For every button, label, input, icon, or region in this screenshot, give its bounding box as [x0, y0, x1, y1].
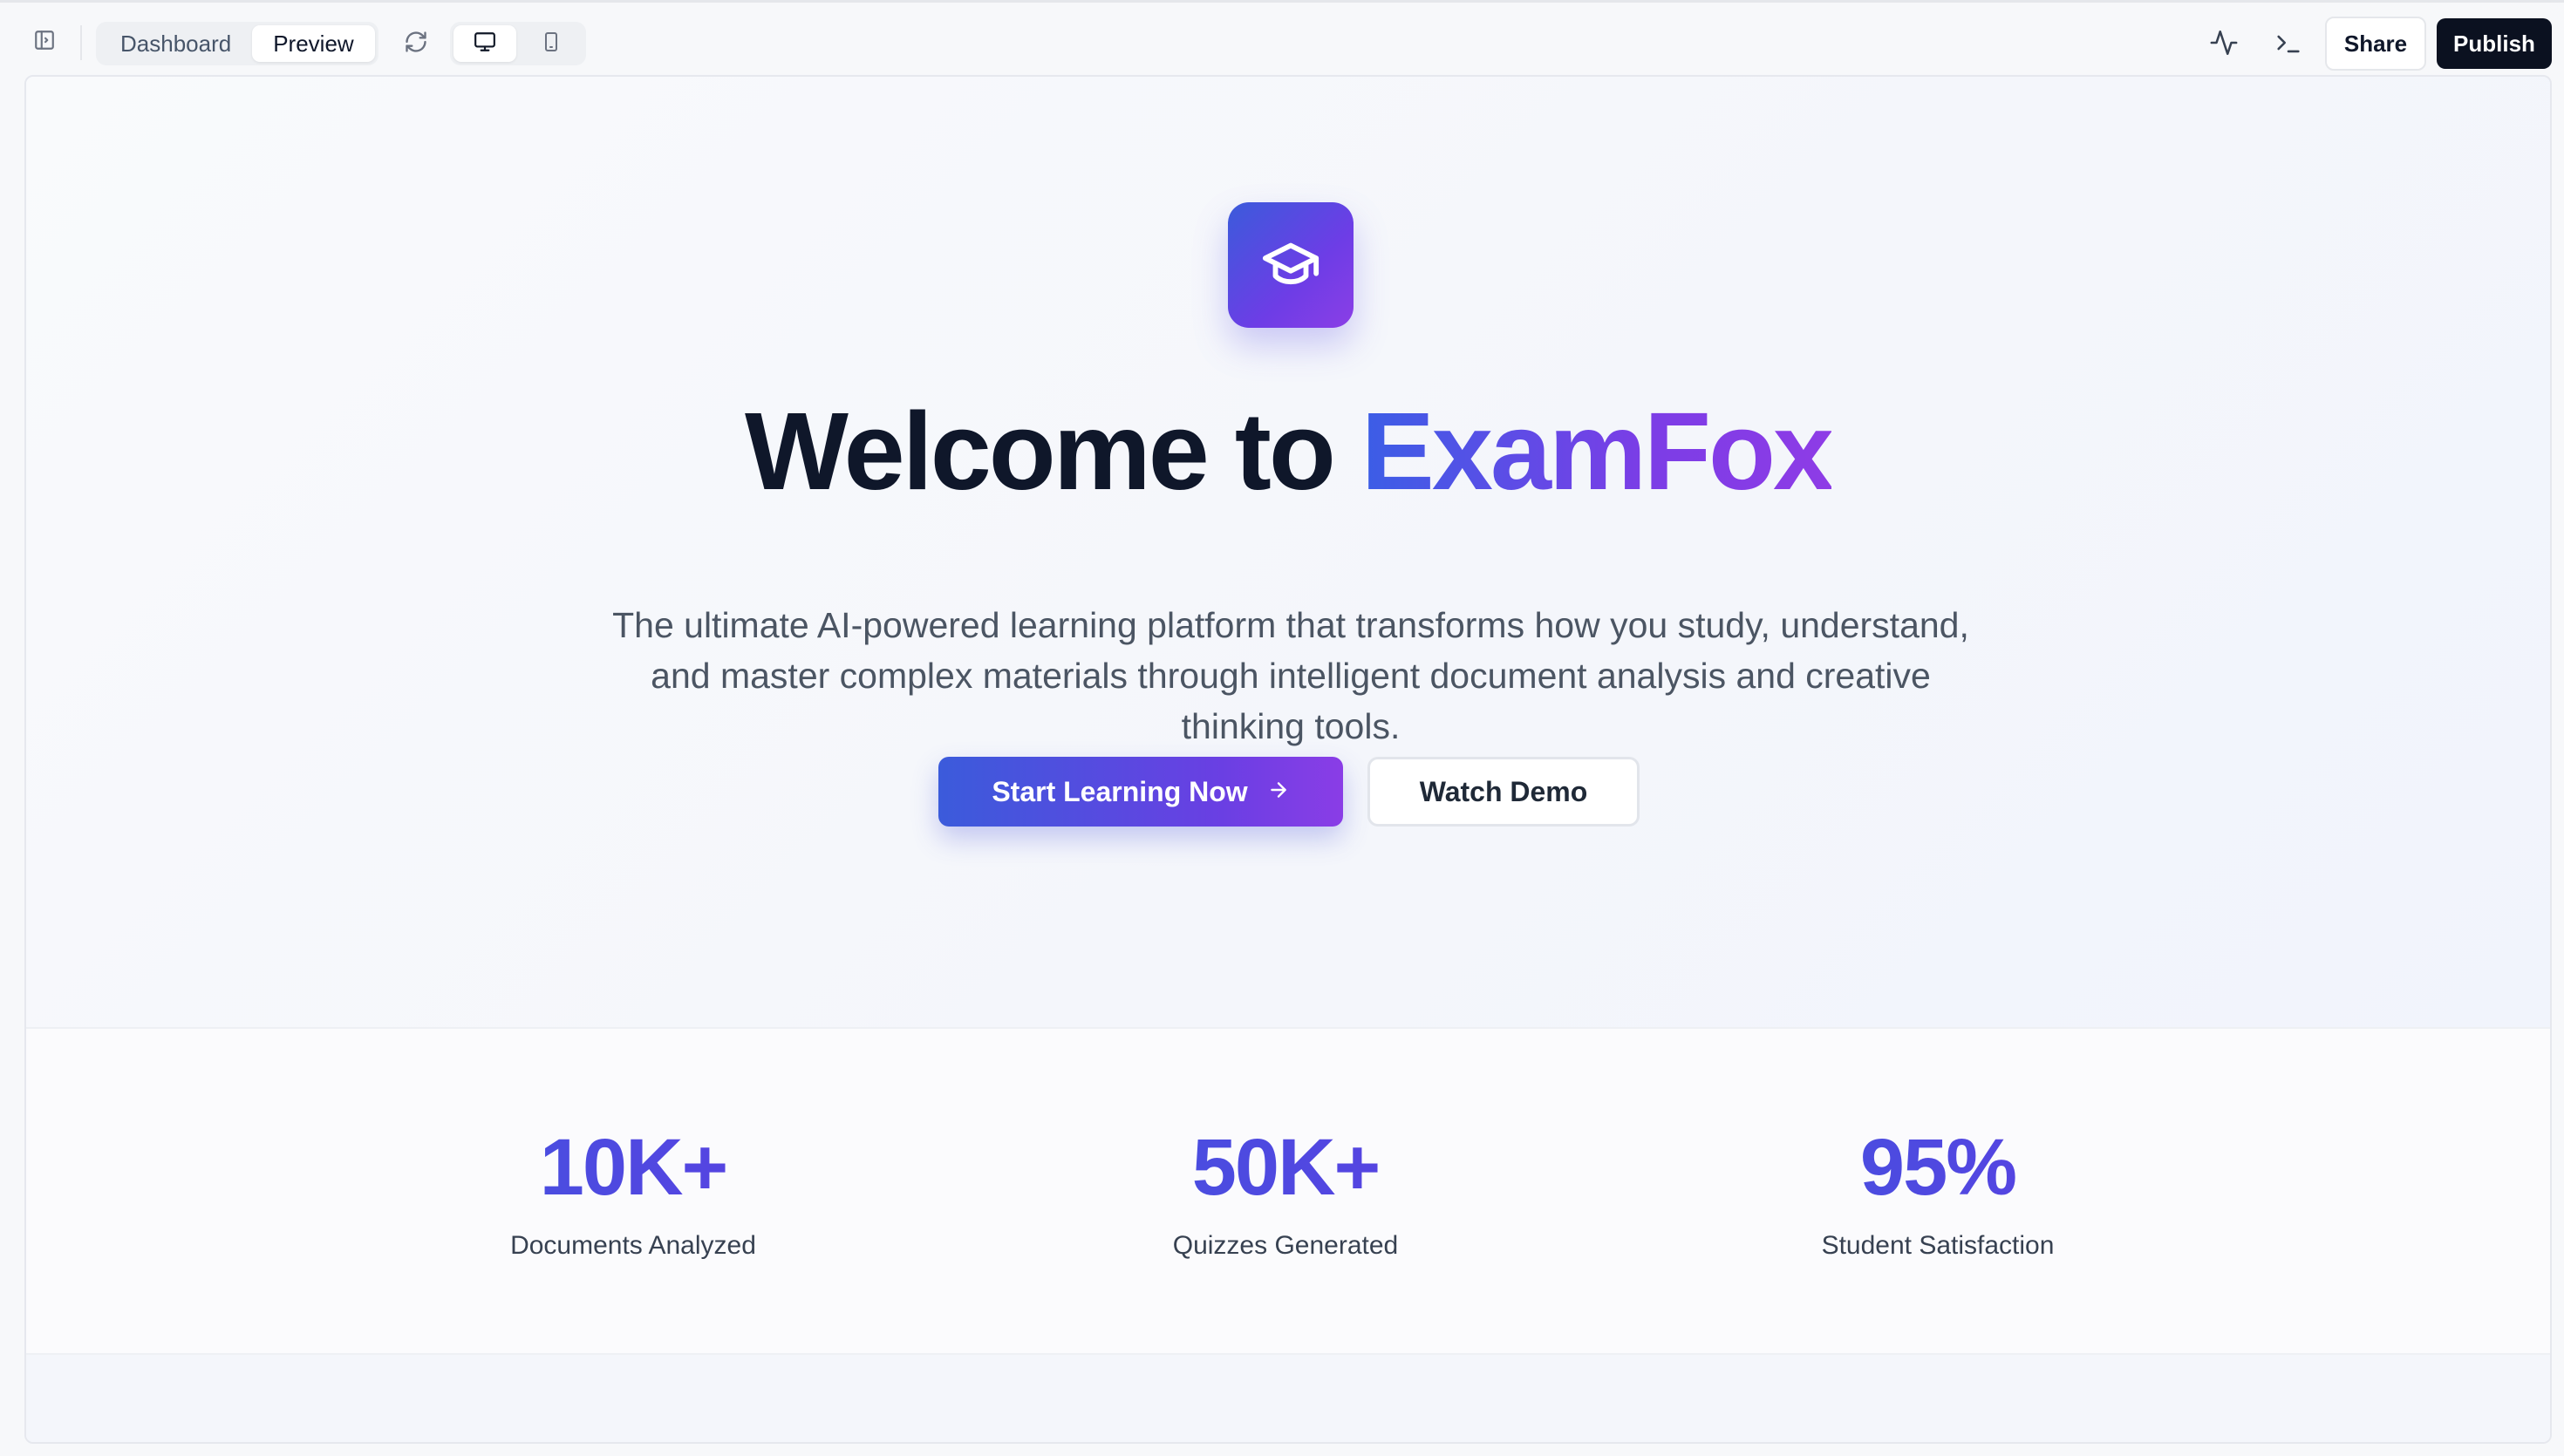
smartphone-icon [541, 31, 562, 58]
refresh-icon [404, 30, 428, 58]
publish-button[interactable]: Publish [2437, 18, 2552, 69]
hero-section: Welcome to ExamFox The ultimate AI-power… [26, 77, 2550, 1027]
toolbar-divider [80, 25, 82, 60]
sidebar-toggle-button[interactable] [31, 29, 58, 55]
tab-dashboard-label: Dashboard [120, 30, 232, 57]
tab-preview[interactable]: Preview [252, 25, 375, 62]
stat-label: Documents Analyzed [510, 1231, 756, 1260]
activity-icon [2209, 28, 2239, 62]
stats-section: 10K+ Documents Analyzed 50K+ Quizzes Gen… [26, 1027, 2550, 1355]
arrow-right-icon [1267, 776, 1290, 808]
view-mode-switch: Dashboard Preview [96, 22, 378, 65]
stat-label: Student Satisfaction [1821, 1231, 2055, 1260]
watch-demo-button[interactable]: Watch Demo [1367, 757, 1640, 827]
app-logo [1228, 202, 1354, 328]
start-learning-button[interactable]: Start Learning Now [938, 757, 1343, 827]
desktop-view-button[interactable] [453, 25, 516, 62]
hero-subtitle: The ultimate AI-powered learning platfor… [612, 605, 1969, 746]
hero-title-prefix: Welcome to [744, 390, 1361, 513]
activity-button[interactable] [2206, 27, 2241, 62]
sidebar-panel-icon [33, 29, 56, 56]
terminal-button[interactable] [2271, 27, 2306, 62]
stat-value: 50K+ [1067, 1119, 1504, 1215]
mobile-view-button[interactable] [520, 25, 583, 62]
next-section-band [26, 1355, 2550, 1442]
terminal-icon [2274, 28, 2303, 62]
top-toolbar: Dashboard Preview Share Publish [0, 0, 2564, 75]
monitor-icon [474, 31, 496, 58]
stat-value: 95% [1720, 1119, 2156, 1215]
stat-label: Quizzes Generated [1172, 1231, 1399, 1260]
start-learning-label: Start Learning Now [992, 775, 1248, 807]
share-button[interactable]: Share [2325, 17, 2426, 71]
tab-preview-label: Preview [273, 30, 354, 57]
refresh-button[interactable] [399, 27, 433, 60]
hero-title: Welcome to ExamFox [26, 382, 2550, 521]
stat-value: 10K+ [415, 1119, 851, 1215]
preview-frame: Welcome to ExamFox The ultimate AI-power… [24, 75, 2552, 1444]
tab-dashboard[interactable]: Dashboard [99, 25, 252, 62]
graduation-cap-icon [1260, 233, 1321, 298]
device-switch [450, 22, 586, 65]
brand-name: ExamFox [1360, 390, 1834, 513]
